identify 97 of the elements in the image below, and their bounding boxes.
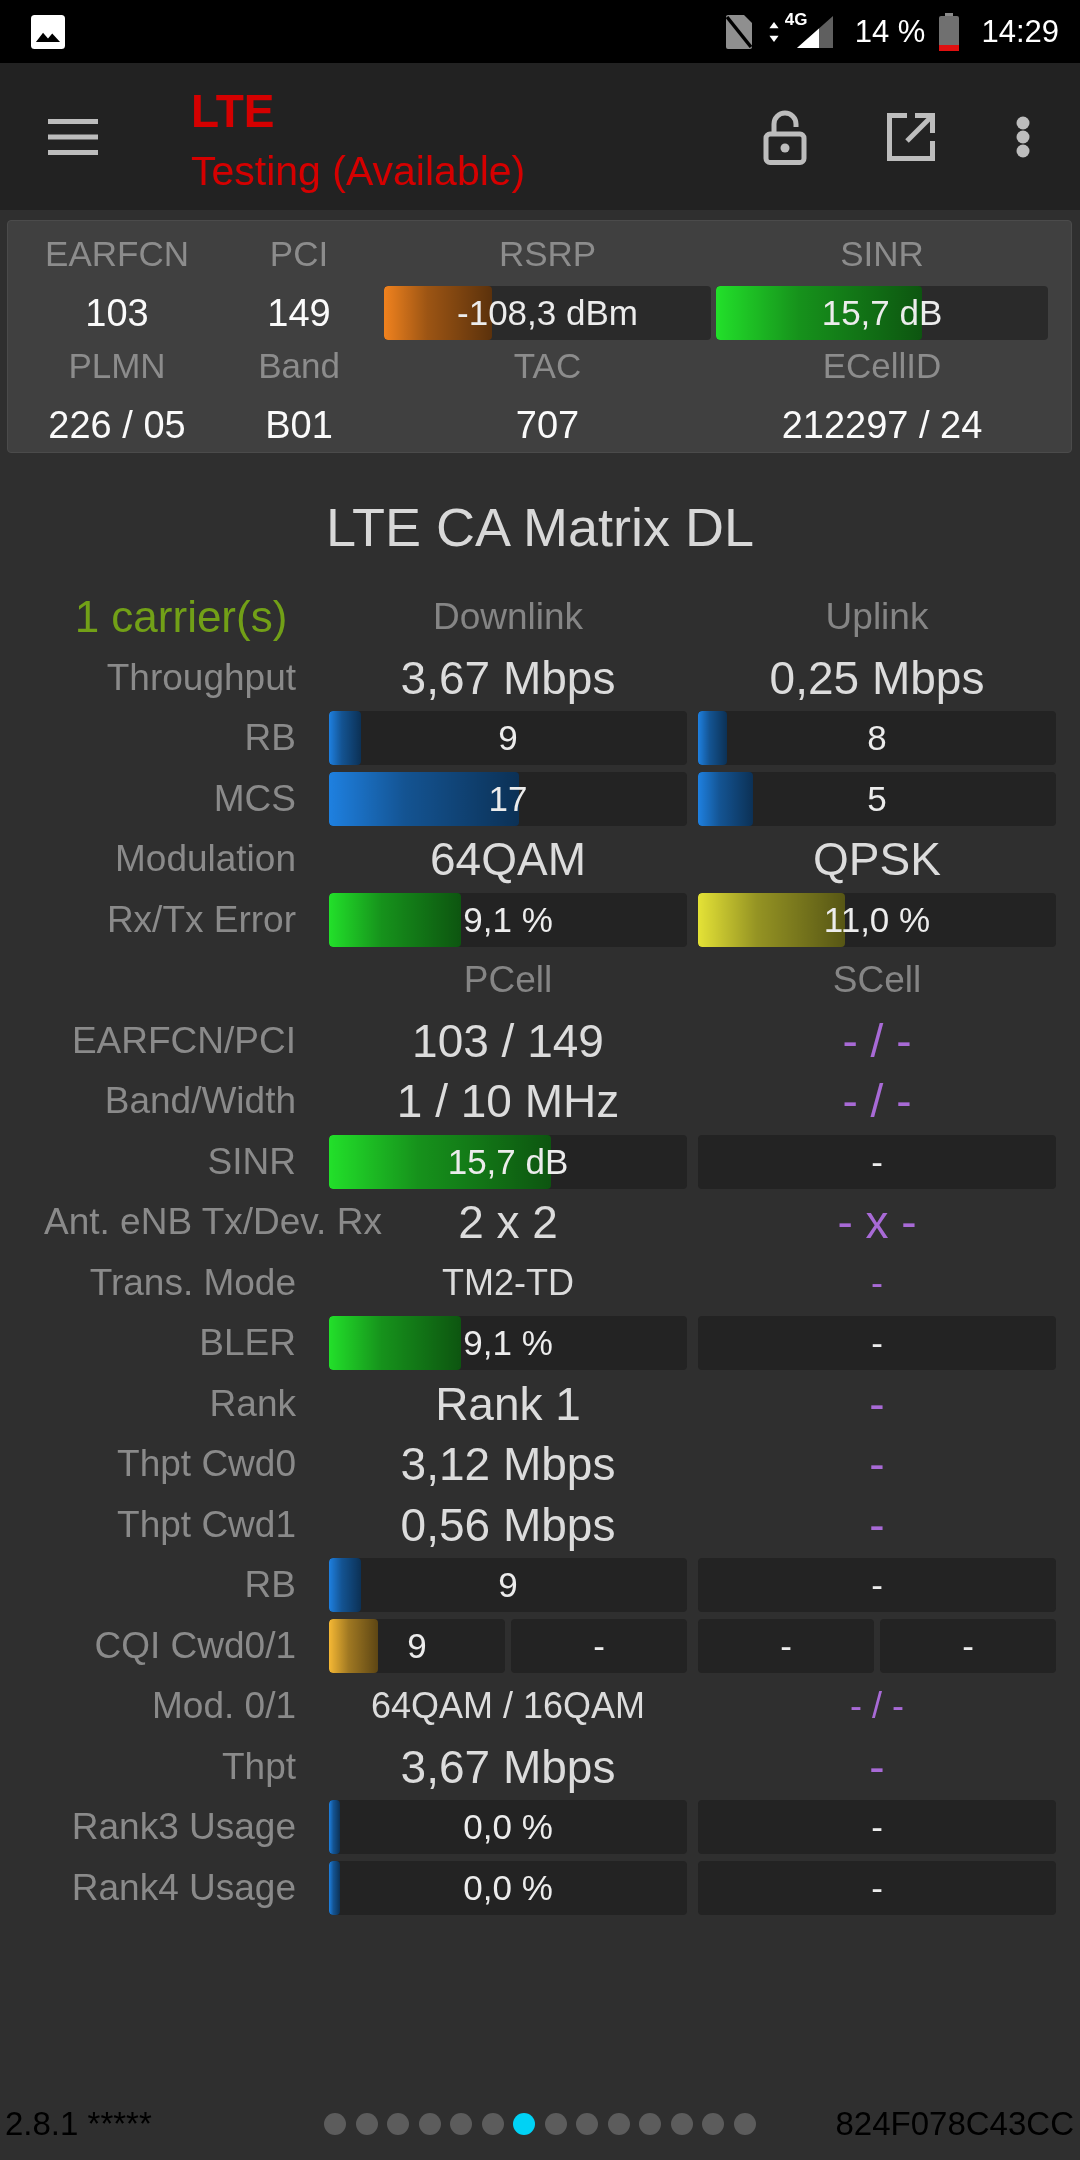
row-label: RB — [244, 1564, 296, 1606]
meter-value: 15,7 dB — [821, 293, 943, 333]
cell-value: - — [869, 1437, 885, 1491]
app-title: LTE — [191, 87, 275, 135]
row-label: Ant. eNB Tx/Dev. Rx — [44, 1201, 382, 1243]
padlock-icon[interactable] — [763, 108, 807, 165]
meter-value: 9,1 % — [463, 899, 553, 940]
field-label: EARFCN — [45, 233, 189, 275]
row-label: Band/Width — [104, 1080, 296, 1122]
battery-percent: 14 % — [854, 16, 926, 47]
gallery-icon — [31, 14, 65, 49]
external-link-icon[interactable] — [887, 112, 935, 161]
cell-value: 0,25 Mbps — [769, 650, 985, 705]
more-options-icon[interactable] — [1016, 115, 1030, 158]
column-header: PCell — [463, 959, 553, 1001]
status-subtitle: Testing (Available) — [191, 147, 526, 195]
cell-value: 2 x 2 — [458, 1195, 558, 1249]
row-label: Rank — [209, 1382, 296, 1425]
field-value: 212297 / 24 — [781, 403, 983, 448]
cell-value: 0,56 Mbps — [400, 1497, 616, 1552]
field-label: PCI — [269, 233, 329, 275]
row-label: EARFCN/PCI — [71, 1019, 296, 1062]
cell-value: 3,67 Mbps — [400, 650, 616, 705]
row-label: Rx/Tx Error — [106, 898, 296, 941]
meter-value: 9,1 % — [463, 1323, 553, 1363]
row-label: Trans. Mode — [89, 1261, 296, 1304]
meter-value: 9 — [498, 1565, 518, 1605]
field-label: PLMN — [68, 345, 166, 387]
row-label: Modulation — [115, 838, 296, 880]
meter-value: - — [871, 1565, 883, 1605]
row-label: RB — [244, 717, 296, 759]
meter-value: - — [871, 1323, 883, 1363]
meter-value: - — [593, 1625, 605, 1666]
row-label: Throughput — [106, 656, 296, 699]
cell-value: QPSK — [813, 832, 941, 886]
column-header: Uplink — [825, 596, 929, 638]
row-label: Mod. 0/1 — [152, 1685, 296, 1727]
meter-value: 0,0 % — [463, 1807, 553, 1847]
field-value: 226 / 05 — [48, 403, 186, 448]
cell-value: - — [871, 1261, 883, 1304]
cell-value: 3,12 Mbps — [400, 1437, 616, 1491]
cell-value: - x - — [837, 1195, 917, 1249]
field-value: 149 — [267, 291, 331, 336]
meter-value: 15,7 dB — [447, 1141, 569, 1182]
row-label: MCS — [213, 777, 296, 820]
meter-value: -108,3 dBm — [457, 293, 638, 333]
field-label: RSRP — [498, 233, 597, 275]
column-header: Downlink — [432, 596, 584, 638]
cell-value: 64QAM / 16QAM — [370, 1685, 646, 1727]
cell-value: - / - — [842, 1074, 912, 1128]
cell-value: 3,67 Mbps — [400, 1739, 616, 1794]
battery-icon — [938, 12, 961, 51]
row-label: Rank4 Usage — [71, 1866, 296, 1909]
meter-value: 5 — [867, 778, 887, 819]
row-label: Thpt — [221, 1745, 296, 1788]
clock: 14:29 — [981, 16, 1059, 47]
field-label: SINR — [840, 233, 924, 275]
field-label: Band — [258, 345, 340, 387]
cell-value: - / - — [842, 1013, 912, 1068]
meter-value: - — [780, 1625, 792, 1666]
cell-value: - / - — [850, 1685, 904, 1727]
meter-value: 17 — [488, 778, 528, 819]
field-label: TAC — [513, 345, 582, 387]
no-sim-icon — [723, 13, 754, 50]
field-value: 707 — [515, 403, 580, 448]
row-label: Thpt Cwd1 — [117, 1503, 296, 1546]
cell-value: 64QAM — [430, 832, 586, 886]
carrier-count: 1 carrier(s) — [74, 592, 288, 642]
data-arrows-icon — [767, 20, 780, 43]
meter-value: - — [871, 1867, 883, 1908]
cell-value: TM2-TD — [442, 1261, 574, 1304]
meter-value: - — [962, 1625, 974, 1666]
meter-value: 0,0 % — [463, 1867, 553, 1908]
meter-value: 9 — [498, 718, 518, 758]
meter-value: 9 — [407, 1625, 427, 1666]
cell-value: 103 / 149 — [412, 1013, 604, 1068]
row-label: SINR — [207, 1140, 296, 1183]
cell-value: - — [869, 1376, 885, 1431]
cell-value: 1 / 10 MHz — [396, 1074, 620, 1128]
row-label: CQI Cwd0/1 — [94, 1624, 296, 1667]
cell-value: - — [869, 1497, 885, 1552]
meter-value: - — [871, 1141, 883, 1182]
field-value: 103 — [85, 291, 149, 336]
cell-value: Rank 1 — [435, 1376, 581, 1431]
section-title: LTE CA Matrix DL — [325, 497, 755, 557]
row-label: Rank3 Usage — [71, 1806, 296, 1848]
row-label: Thpt Cwd0 — [117, 1443, 296, 1485]
menu-icon[interactable] — [48, 118, 98, 155]
meter-value: 11,0 % — [823, 899, 931, 940]
field-value: B01 — [265, 403, 333, 448]
row-label: BLER — [199, 1322, 296, 1364]
field-label: ECellID — [822, 345, 942, 387]
meter-value: 8 — [867, 718, 887, 758]
column-header: SCell — [832, 959, 922, 1001]
cell-value: - — [869, 1739, 885, 1794]
network-type: 4G — [784, 10, 808, 28]
meter-value: - — [871, 1807, 883, 1847]
